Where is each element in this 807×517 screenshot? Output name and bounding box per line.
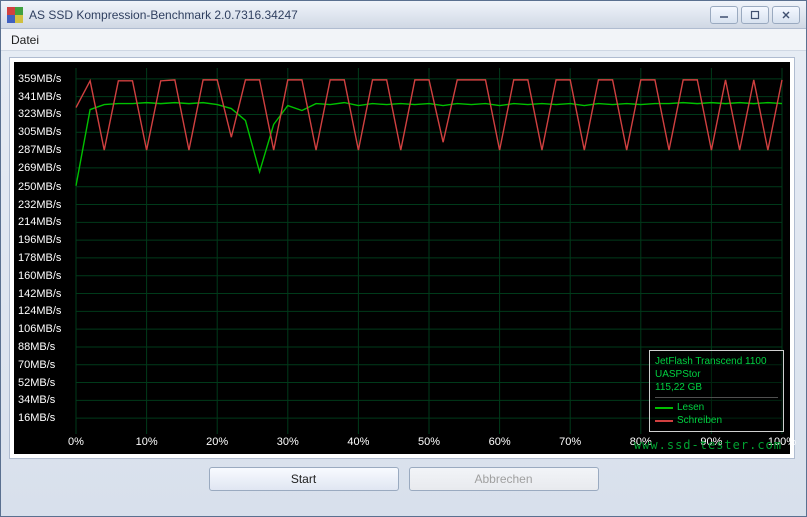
y-tick-label: 232MB/s (18, 199, 61, 211)
x-tick-label: 60% (489, 436, 511, 448)
x-tick-label: 40% (347, 436, 369, 448)
content-area: 16MB/s 34MB/s 52MB/s 70MB/s 88MB/s 106MB/s 124… (1, 51, 806, 491)
y-tick-label: 196MB/s (18, 234, 61, 246)
minimize-icon (719, 10, 729, 20)
y-tick-label: 359MB/s (18, 73, 61, 85)
y-tick-label: 214MB/s (18, 216, 61, 228)
chart-panel: 16MB/s 34MB/s 52MB/s 70MB/s 88MB/s 106MB/s 124… (9, 57, 795, 459)
y-tick-label: 34MB/s (18, 394, 55, 406)
y-tick-label: 106MB/s (18, 323, 61, 335)
window-title: AS SSD Kompression-Benchmark 2.0.7316.34… (29, 8, 710, 22)
legend-box: JetFlash Transcend 1100 UASPStor 115,22 … (649, 350, 784, 432)
y-tick-label: 305MB/s (18, 126, 61, 138)
y-tick-label: 142MB/s (18, 288, 61, 300)
x-tick-label: 70% (559, 436, 581, 448)
y-tick-label: 70MB/s (18, 359, 55, 371)
y-tick-label: 160MB/s (18, 270, 61, 282)
chart-canvas: 16MB/s 34MB/s 52MB/s 70MB/s 88MB/s 106MB/s 124… (14, 62, 790, 454)
y-tick-label: 52MB/s (18, 377, 55, 389)
legend-read-label: Lesen (677, 401, 704, 414)
start-button[interactable]: Start (209, 467, 399, 491)
legend-write-row: Schreiben (655, 414, 778, 427)
close-icon (781, 10, 791, 20)
close-button[interactable] (772, 6, 800, 24)
maximize-icon (750, 10, 760, 20)
legend-device: JetFlash Transcend 1100 (655, 355, 778, 368)
minimize-button[interactable] (710, 6, 738, 24)
abort-button[interactable]: Abbrechen (409, 467, 599, 491)
y-tick-label: 269MB/s (18, 162, 61, 174)
read-swatch-icon (655, 407, 673, 409)
legend-controller: UASPStor (655, 368, 778, 381)
y-tick-label: 124MB/s (18, 305, 61, 317)
legend-capacity: 115,22 GB (655, 381, 778, 394)
y-tick-label: 287MB/s (18, 144, 61, 156)
button-row: Start Abbrechen (9, 467, 798, 491)
x-tick-label: 10% (136, 436, 158, 448)
titlebar: AS SSD Kompression-Benchmark 2.0.7316.34… (1, 1, 806, 29)
app-icon (7, 7, 23, 23)
legend-write-label: Schreiben (677, 414, 722, 427)
menu-datei[interactable]: Datei (1, 29, 49, 50)
x-tick-label: 50% (418, 436, 440, 448)
app-window: AS SSD Kompression-Benchmark 2.0.7316.34… (0, 0, 807, 517)
legend-read-row: Lesen (655, 401, 778, 414)
window-controls (710, 6, 800, 24)
y-tick-label: 250MB/s (18, 181, 61, 193)
maximize-button[interactable] (741, 6, 769, 24)
write-swatch-icon (655, 420, 673, 422)
x-tick-label: 30% (277, 436, 299, 448)
menubar: Datei (1, 29, 806, 51)
x-tick-label: 20% (206, 436, 228, 448)
y-tick-label: 178MB/s (18, 252, 61, 264)
y-tick-label: 323MB/s (18, 108, 61, 120)
x-tick-label: 0% (68, 436, 84, 448)
y-tick-label: 341MB/s (18, 91, 61, 103)
y-tick-label: 16MB/s (18, 412, 55, 424)
y-tick-label: 88MB/s (18, 341, 55, 353)
watermark-text: www.ssd-tester.com (634, 438, 782, 452)
